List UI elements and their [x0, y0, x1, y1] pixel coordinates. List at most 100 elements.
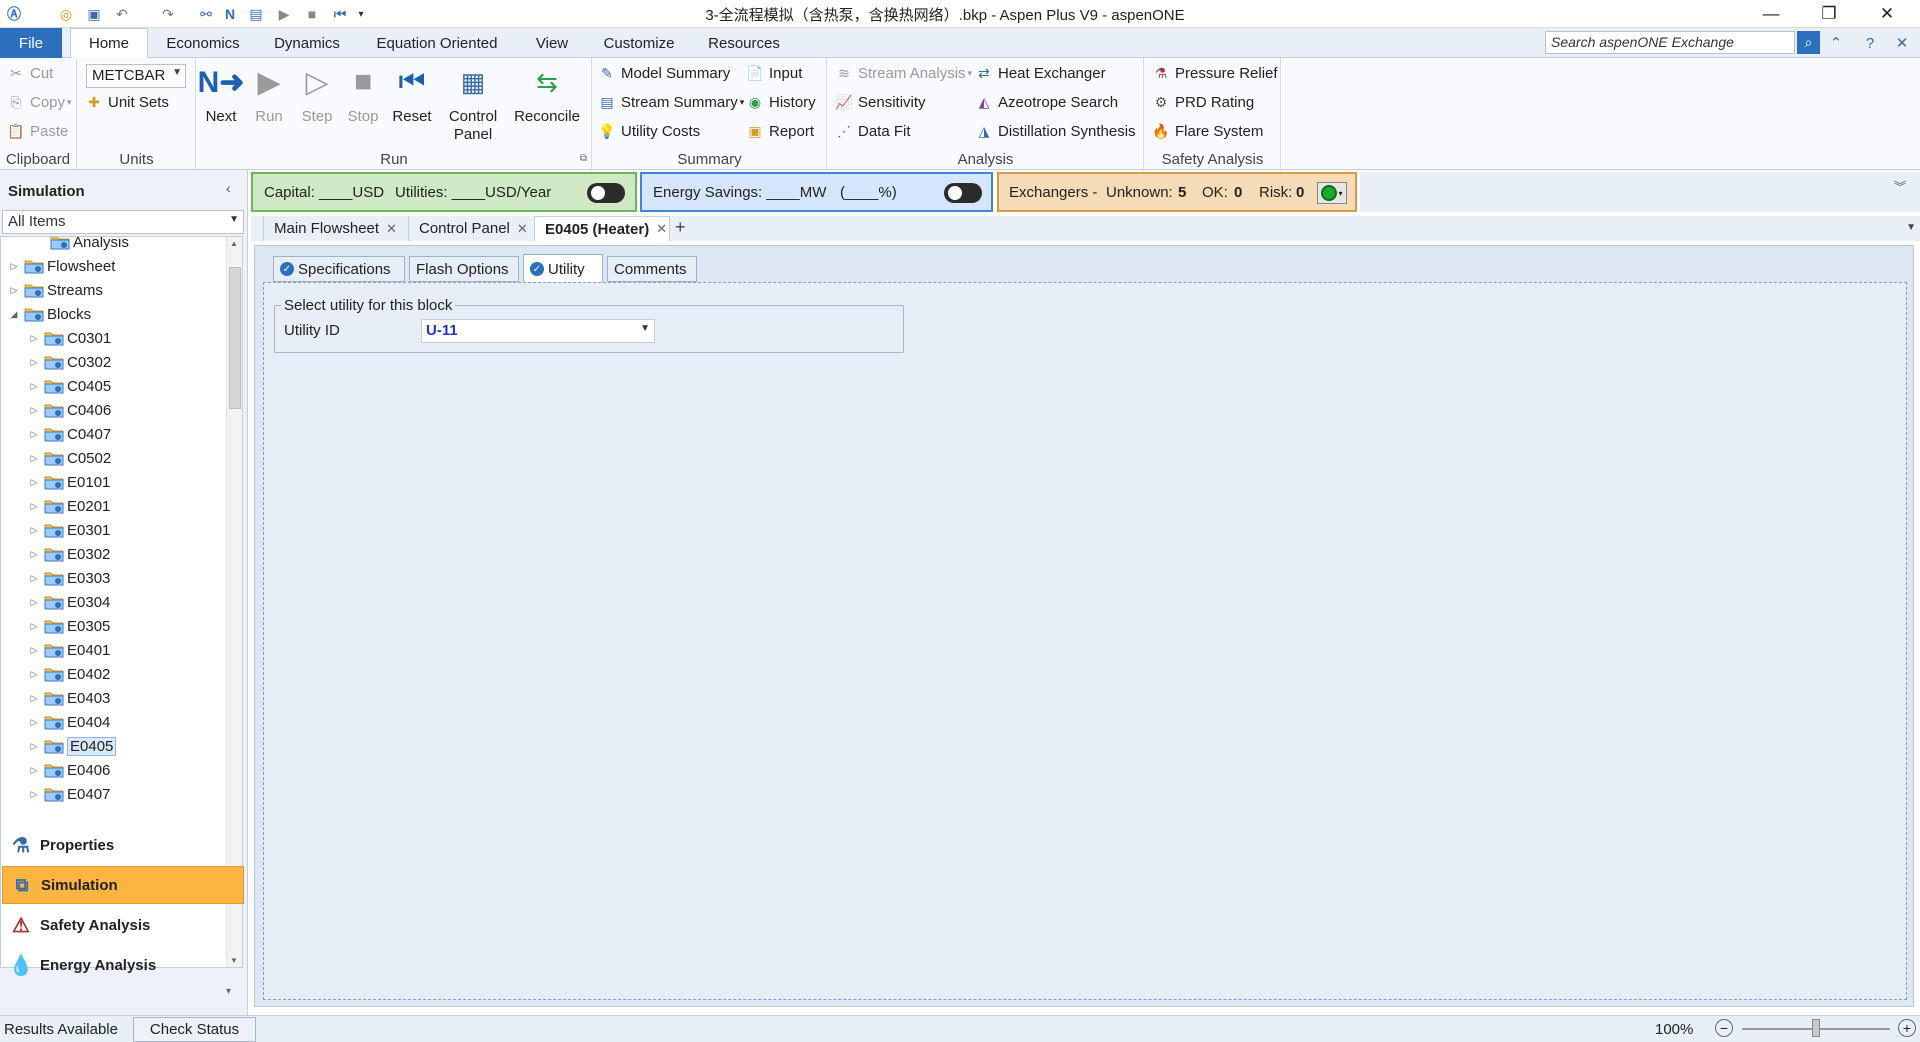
- expand-arrow-icon[interactable]: ▷: [27, 405, 41, 416]
- capital-toggle[interactable]: [587, 183, 625, 203]
- heat-exchanger-button[interactable]: ⇄ Heat Exchanger: [974, 61, 1105, 85]
- expand-strip-icon[interactable]: ︾: [1894, 178, 1906, 195]
- zoom-out-icon[interactable]: −: [1715, 1019, 1733, 1037]
- tree-item[interactable]: ▷ C0407: [1, 422, 226, 446]
- unit-set-select[interactable]: METCBAR ▼: [86, 64, 186, 88]
- tab-customize[interactable]: Customize: [596, 28, 682, 58]
- expand-arrow-icon[interactable]: ▷: [7, 285, 21, 296]
- tab-economics[interactable]: Economics: [156, 28, 250, 58]
- unit-sets-button[interactable]: ✚ Unit Sets: [84, 90, 169, 114]
- subtab-comments[interactable]: Comments: [607, 256, 697, 282]
- check-status-button[interactable]: Check Status: [133, 1017, 256, 1042]
- expand-arrow-icon[interactable]: ▷: [27, 501, 41, 512]
- distillation-synthesis-button[interactable]: ◮ Distillation Synthesis: [974, 119, 1136, 143]
- tree-item[interactable]: ▷ E0101: [1, 470, 226, 494]
- close-tab-icon[interactable]: ✕: [656, 221, 667, 237]
- tree-item[interactable]: ◢ Blocks: [1, 302, 226, 326]
- tree-item[interactable]: ▷ E0403: [1, 686, 226, 710]
- tab-dynamics[interactable]: Dynamics: [262, 28, 352, 58]
- reconcile-button[interactable]: ⇆ Reconcile: [509, 62, 585, 126]
- close-tab-icon[interactable]: ✕: [386, 221, 397, 237]
- tree-item[interactable]: ▷ E0301: [1, 518, 226, 542]
- tab-e0405-heater[interactable]: E0405 (Heater) ✕: [534, 216, 670, 241]
- expand-arrow-icon[interactable]: ▷: [27, 621, 41, 632]
- expand-arrow-icon[interactable]: ▷: [27, 429, 41, 440]
- tree-item[interactable]: ▷ Streams: [1, 278, 226, 302]
- tab-list-icon[interactable]: ▼: [1906, 222, 1916, 233]
- close-icon[interactable]: ✕: [1864, 0, 1910, 28]
- cut-button[interactable]: ✂ Cut: [6, 61, 53, 85]
- tree-item[interactable]: Analysis: [1, 237, 226, 254]
- scroll-thumb[interactable]: [229, 267, 241, 409]
- run-button[interactable]: ▶ Run: [249, 62, 289, 126]
- prd-rating-button[interactable]: ⚙ PRD Rating: [1151, 90, 1254, 114]
- tree-item[interactable]: ▷ E0305: [1, 614, 226, 638]
- tree-item[interactable]: ▷ E0407: [1, 782, 226, 806]
- next-button[interactable]: N➜ Next: [198, 62, 245, 126]
- sensitivity-button[interactable]: 📈 Sensitivity: [834, 90, 925, 114]
- flare-system-button[interactable]: 🔥 Flare System: [1151, 119, 1263, 143]
- expand-arrow-icon[interactable]: ▷: [27, 717, 41, 728]
- utility-costs-button[interactable]: 💡 Utility Costs: [597, 119, 700, 143]
- model-summary-button[interactable]: ✎ Model Summary: [597, 61, 730, 85]
- tree-item[interactable]: ▷ E0401: [1, 638, 226, 662]
- subtab-flash-options[interactable]: Flash Options: [409, 256, 519, 282]
- energy-toggle[interactable]: [944, 183, 982, 203]
- step-button[interactable]: ▷ Step: [297, 62, 337, 126]
- tree-item[interactable]: ▷ C0502: [1, 446, 226, 470]
- data-fit-button[interactable]: ⋰ Data Fit: [834, 119, 911, 143]
- stream-summary-button[interactable]: ▤ Stream Summary ▾: [597, 90, 744, 114]
- expand-arrow-icon[interactable]: ▷: [27, 693, 41, 704]
- expand-arrow-icon[interactable]: ▷: [27, 645, 41, 656]
- tab-resources[interactable]: Resources: [700, 28, 788, 58]
- tab-main-flowsheet[interactable]: Main Flowsheet ✕: [263, 216, 401, 241]
- tree-item[interactable]: ▷ E0402: [1, 662, 226, 686]
- report-button[interactable]: ▣ Report: [745, 119, 814, 143]
- new-tab-icon[interactable]: +: [675, 217, 686, 238]
- expand-arrow-icon[interactable]: ▷: [27, 357, 41, 368]
- stop-button[interactable]: ■ Stop: [343, 62, 383, 125]
- search-icon[interactable]: ⌕: [1797, 31, 1820, 54]
- pressure-relief-button[interactable]: ⚗ Pressure Relief: [1151, 61, 1278, 85]
- more-sections-icon[interactable]: ▾: [226, 986, 231, 997]
- tree-item[interactable]: ▷ E0304: [1, 590, 226, 614]
- copy-button[interactable]: ⎘ Copy ▾: [6, 90, 71, 114]
- expand-arrow-icon[interactable]: ▷: [27, 477, 41, 488]
- tree-item[interactable]: ▷ C0405: [1, 374, 226, 398]
- minimize-icon[interactable]: —: [1748, 0, 1794, 28]
- tree-item[interactable]: ▷ E0303: [1, 566, 226, 590]
- control-panel-button[interactable]: ▦ Control Panel: [443, 62, 503, 144]
- zoom-in-icon[interactable]: +: [1898, 1019, 1916, 1037]
- expand-arrow-icon[interactable]: ▷: [27, 669, 41, 680]
- restore-icon[interactable]: ❐: [1806, 0, 1852, 28]
- exchanger-status-button[interactable]: ▾: [1317, 182, 1347, 204]
- subtab-utility[interactable]: ✓ Utility: [523, 254, 603, 284]
- nav-properties-button[interactable]: ⚗ Properties: [2, 826, 244, 864]
- collapse-arrow-icon[interactable]: ◢: [7, 309, 21, 320]
- tree-item[interactable]: ▷ E0302: [1, 542, 226, 566]
- expand-arrow-icon[interactable]: ▷: [27, 381, 41, 392]
- expand-arrow-icon[interactable]: ▷: [27, 549, 41, 560]
- tab-control-panel[interactable]: Control Panel ✕: [408, 216, 530, 241]
- expand-arrow-icon[interactable]: ▷: [27, 525, 41, 536]
- nav-simulation-button[interactable]: ⧉ Simulation: [2, 866, 244, 904]
- expand-arrow-icon[interactable]: ▷: [27, 453, 41, 464]
- reset-button[interactable]: ⏮ Reset: [390, 62, 434, 125]
- help-icon[interactable]: ?: [1860, 33, 1880, 53]
- tree-item[interactable]: ▷ E0201: [1, 494, 226, 518]
- subtab-specifications[interactable]: ✓ Specifications: [273, 256, 405, 282]
- tab-file[interactable]: File: [0, 28, 62, 58]
- tree-item[interactable]: ▷ C0301: [1, 326, 226, 350]
- collapse-ribbon-icon[interactable]: ⌃: [1826, 33, 1846, 53]
- zoom-slider-thumb[interactable]: [1812, 1019, 1820, 1037]
- close-tab-icon[interactable]: ✕: [517, 221, 528, 237]
- tree-item[interactable]: ▷ C0406: [1, 398, 226, 422]
- tree-item[interactable]: ▷ E0406: [1, 758, 226, 782]
- nav-safety-analysis-button[interactable]: ⚠ Safety Analysis: [2, 906, 244, 944]
- tab-view[interactable]: View: [522, 28, 582, 58]
- expand-arrow-icon[interactable]: ▷: [27, 741, 41, 752]
- close-document-icon[interactable]: ✕: [1892, 33, 1912, 53]
- input-button[interactable]: 📄 Input: [745, 61, 802, 85]
- expand-arrow-icon[interactable]: ▷: [27, 573, 41, 584]
- nav-energy-analysis-button[interactable]: 💧 Energy Analysis: [2, 946, 244, 984]
